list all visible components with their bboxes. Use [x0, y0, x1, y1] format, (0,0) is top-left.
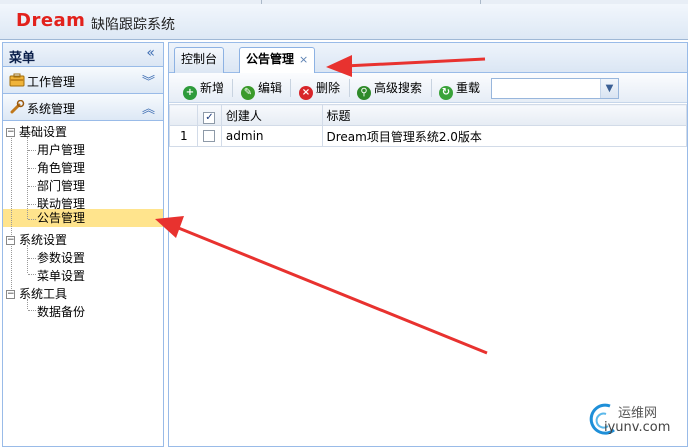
- annotation-arrows: [155, 55, 488, 355]
- arrow-to-tab: [326, 55, 486, 77]
- arrow-to-tree-item: [155, 216, 488, 355]
- watermark-text: 运维网: [618, 406, 658, 421]
- watermark-url: iyunv.com: [604, 420, 671, 435]
- watermark: 运维网 iyunv.com: [586, 398, 688, 442]
